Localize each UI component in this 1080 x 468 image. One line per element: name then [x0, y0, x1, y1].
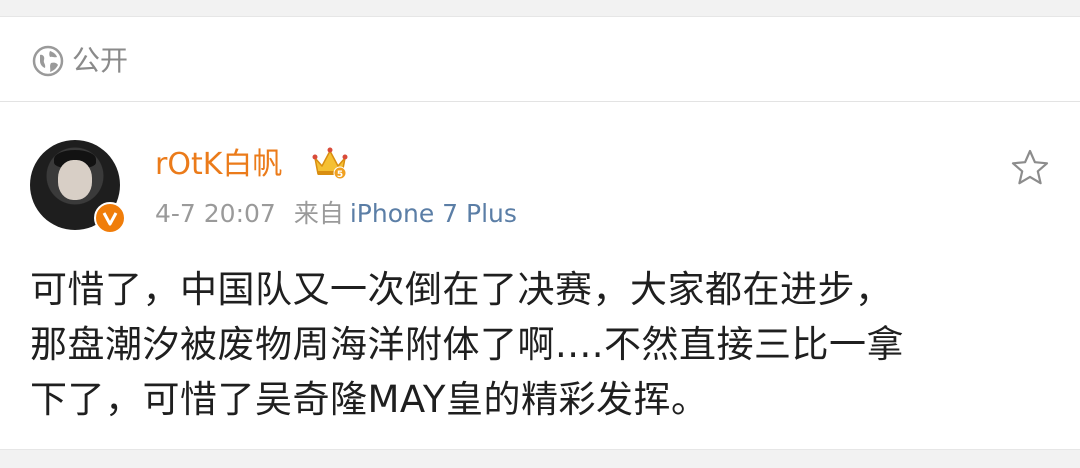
post-text-line: 那盘潮汐被废物周海洋附体了啊....不然直接三比一拿	[30, 323, 905, 366]
top-separator	[0, 0, 1080, 17]
crown-icon[interactable]: 5	[312, 146, 348, 180]
post-source-link[interactable]: iPhone 7 Plus	[350, 199, 517, 228]
visibility-label: 公开	[72, 44, 129, 77]
bottom-separator	[0, 449, 1080, 468]
visibility-bar[interactable]: 公开	[0, 17, 1080, 102]
post-text: 可惜了，中国队又一次倒在了决赛，大家都在进步， 那盘潮汐被废物周海洋附体了啊..…	[30, 262, 1050, 427]
avatar-face	[58, 160, 92, 200]
globe-icon	[32, 45, 64, 77]
post-source-prefix: 来自	[293, 199, 344, 228]
post-meta: 4-7 20:07 来自 iPhone 7 Plus	[155, 198, 517, 230]
post-text-line: 下了，可惜了吴奇隆MAY皇的精彩发挥。	[30, 378, 709, 421]
username[interactable]: rOtK白帆	[155, 146, 282, 184]
svg-text:5: 5	[337, 170, 343, 180]
post-text-line: 可惜了，中国队又一次倒在了决赛，大家都在进步，	[30, 268, 893, 311]
verified-v-icon	[94, 202, 126, 234]
post-time: 4-7 20:07	[155, 199, 276, 228]
star-icon[interactable]	[1010, 148, 1050, 188]
post-card: rOtK白帆 5 4-7 20:07 来自 iPhone 7 Plus 可惜了，中国…	[0, 102, 1080, 449]
